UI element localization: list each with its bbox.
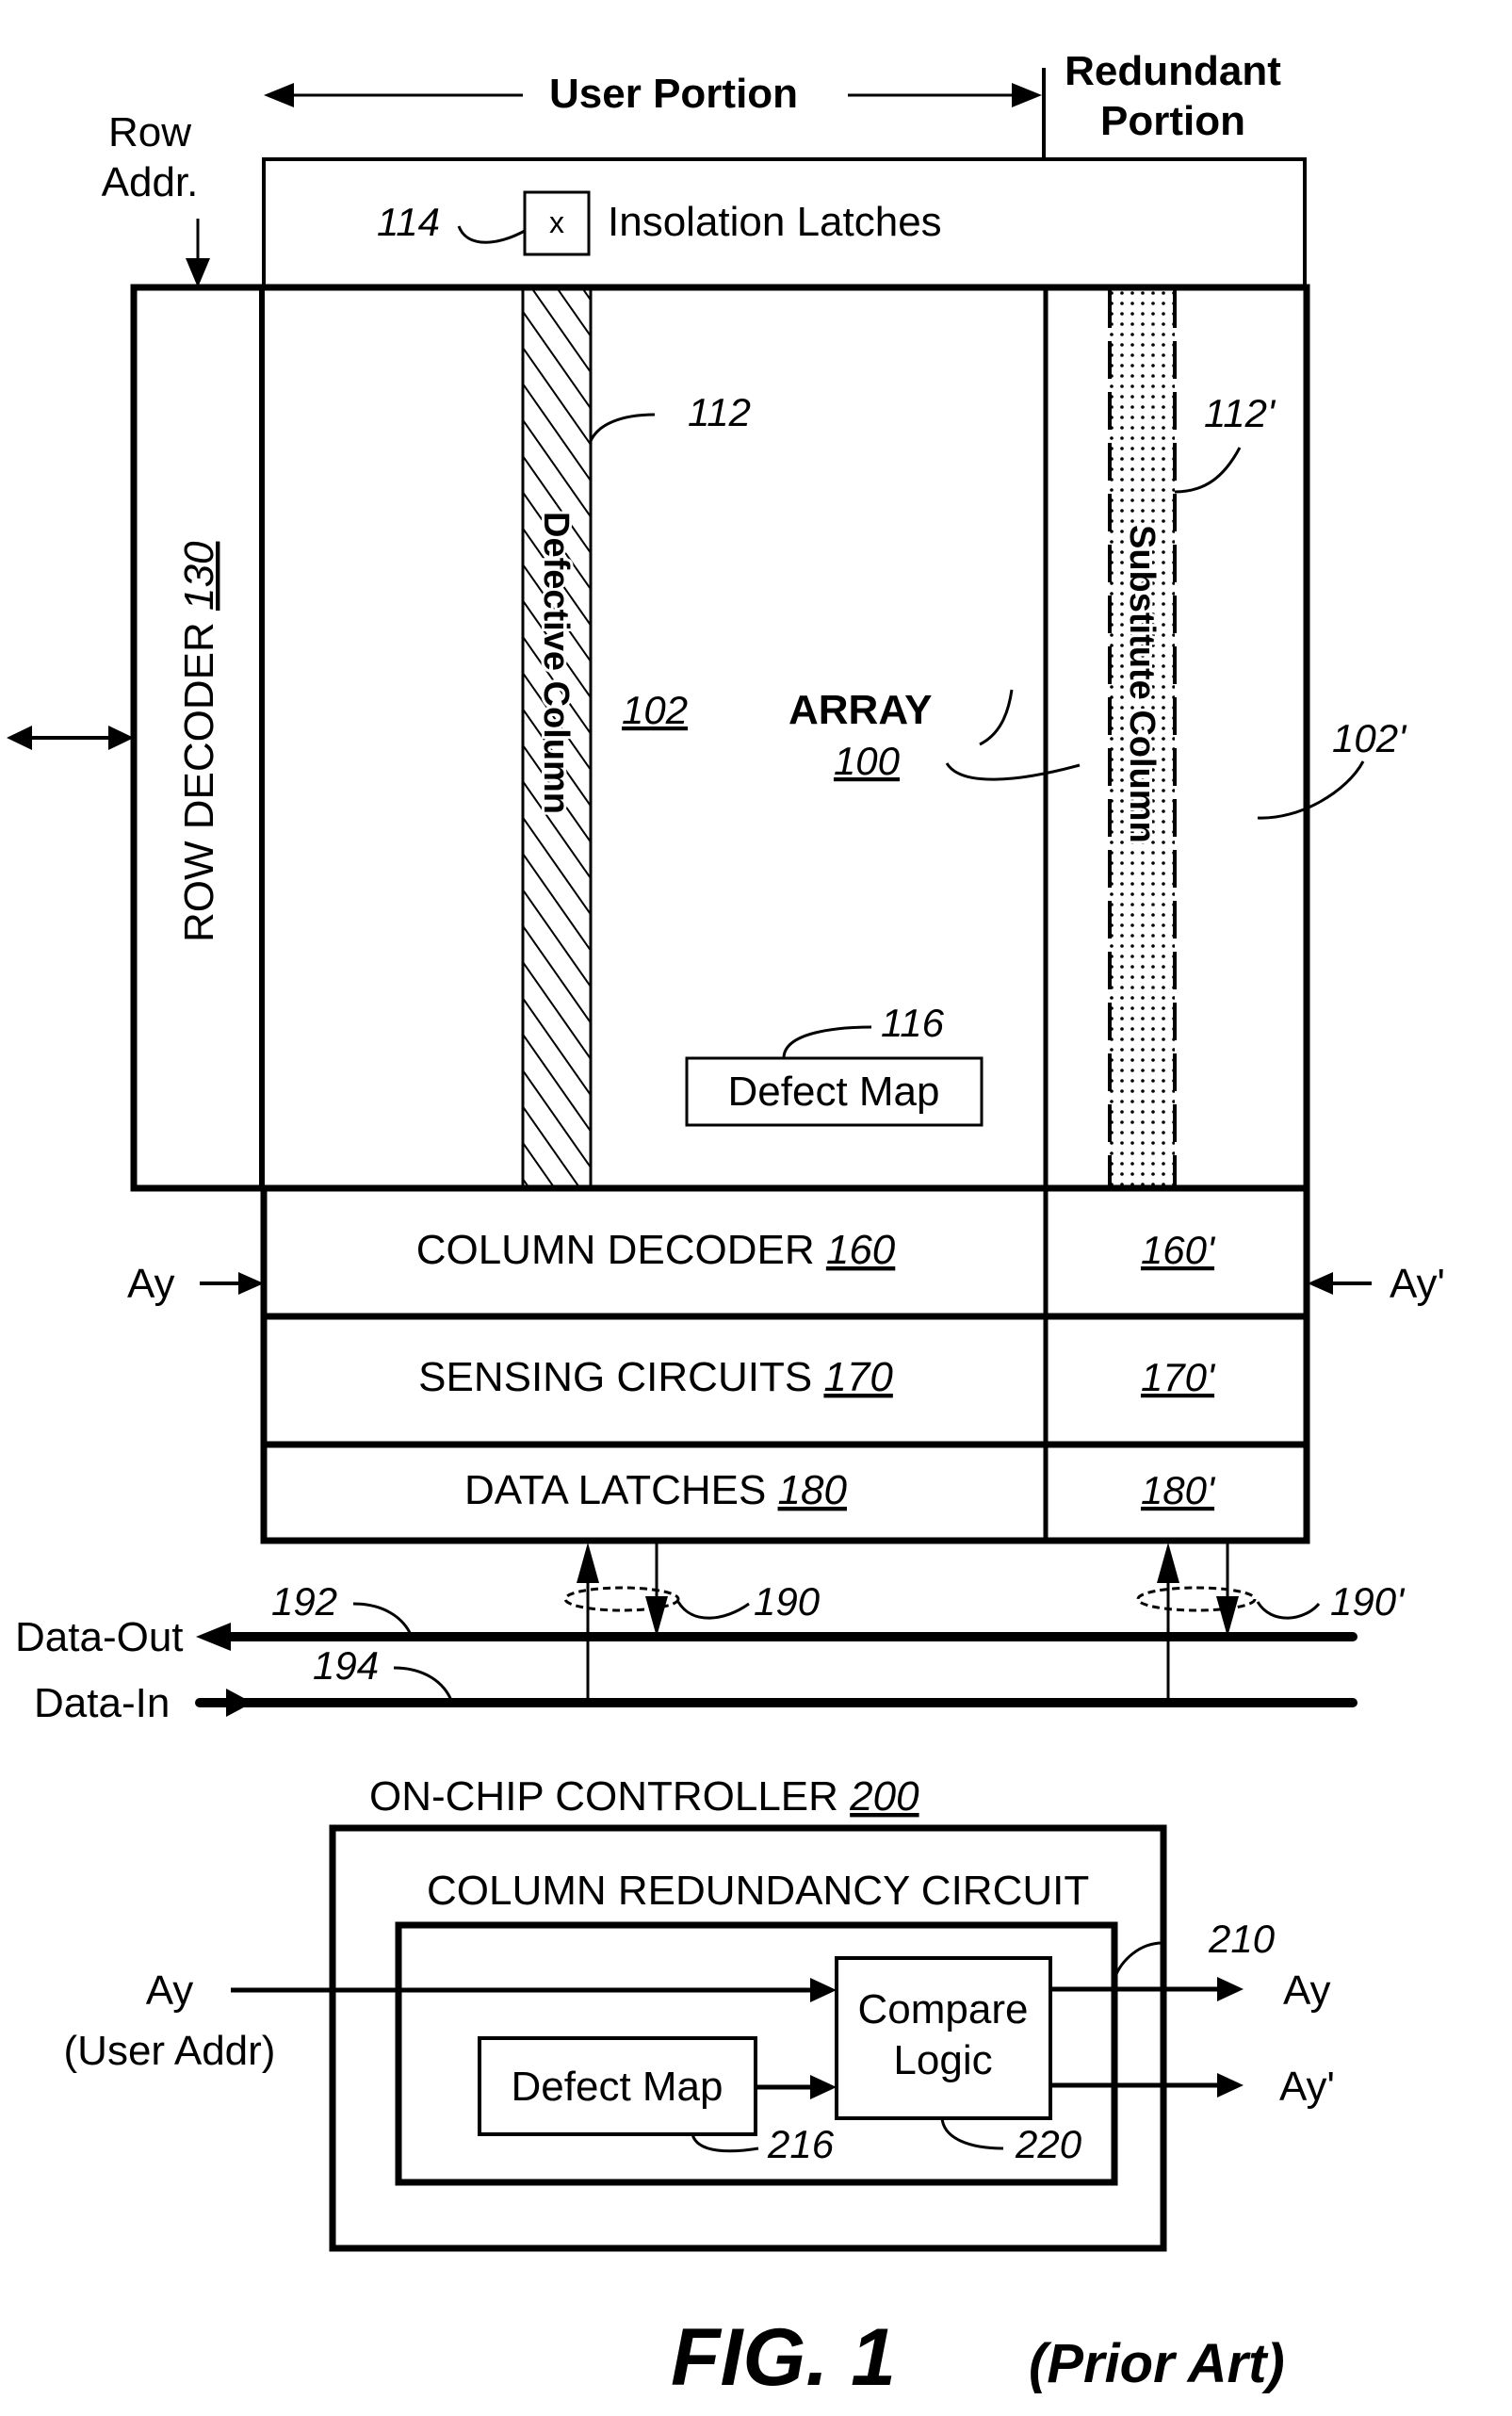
controller-ay-prime-output-label: Ay' [1279,2064,1335,2110]
ay-left-label: Ay [127,1261,175,1307]
user-portion-dimension: User Portion [264,71,1042,117]
redundant-portion-label-1: Redundant [1065,48,1281,94]
redundant-block-ref: 102' [1332,716,1407,760]
substitute-column-label: Substitute Column [1122,525,1162,843]
arrow-right-icon [1012,83,1042,107]
compare-logic-label-1: Compare [858,1986,1029,2032]
controller-defect-map-label: Defect Map [512,2064,723,2110]
user-portion-label: User Portion [549,71,798,117]
defective-column-ref: 112 [688,390,751,434]
row-decoder-ref: 130 [176,541,222,611]
ay-right-label: Ay' [1390,1261,1445,1307]
latch-symbol: x [549,205,564,239]
array-label: ARRAY [789,687,932,733]
row-decoder-text: ROW DECODER [176,611,222,942]
arrow-right-icon [1217,2073,1244,2098]
arrow-right-icon [226,1689,252,1717]
bus-ref: 190 [754,1579,821,1624]
arrow-left-icon [7,726,32,750]
sensing-circuits-ref: 170 [823,1354,893,1400]
sensing-circuits-text: SENSING CIRCUITS [418,1354,823,1400]
arrow-down-icon [645,1596,668,1637]
isolation-latches-label: Insolation Latches [608,199,942,245]
user-block-ref: 102 [622,688,688,732]
row-addr-label-1: Row [108,109,191,155]
arrow-down-icon [1216,1596,1239,1637]
array-defect-map-ref: 116 [881,1001,945,1045]
arrow-right-icon [1217,1977,1244,2001]
column-decoder-text: COLUMN DECODER [416,1227,826,1273]
figure-subtitle: (Prior Art) [1029,2333,1285,2394]
compare-logic-ref: 220 [1015,2122,1082,2166]
controller-ref: 200 [849,1773,919,1820]
compare-logic-label-2: Logic [893,2037,992,2083]
data-in-ref: 194 [313,1643,379,1688]
data-out-leader [352,1602,414,1638]
arrow-left-icon [196,1623,231,1651]
bus-leader [676,1601,750,1620]
controller-title-text: ON-CHIP CONTROLLER [369,1773,850,1820]
isolation-latches-ref: 114 [377,200,440,244]
row-decoder: ROW DECODER 130 [176,541,222,942]
sensing-circuits-label: SENSING CIRCUITS 170 [418,1354,893,1400]
data-in-label: Data-In [34,1680,170,1726]
controller-ay-output-label: Ay [1283,1967,1331,2014]
data-latches-label: DATA LATCHES 180 [464,1467,847,1513]
column-decoder-ref: 160 [826,1227,896,1273]
figure-title: FIG. 1 [671,2312,896,2403]
data-out-label: Data-Out [15,1614,184,1660]
sensing-circuits-redundant-ref: 170' [1141,1355,1216,1399]
arrow-left-icon [264,83,294,107]
data-latches-ref: 180 [778,1467,848,1513]
arrow-left-icon [1308,1272,1333,1295]
data-latches-text: DATA LATCHES [464,1467,778,1513]
defective-column-label: Defective Column [536,512,576,814]
data-latches-redundant-ref: 180' [1141,1468,1216,1512]
redundant-bus-leader [1256,1601,1321,1620]
redundant-portion-label-2: Portion [1100,98,1245,144]
arrow-right-icon [108,726,134,750]
arrow-down-icon [186,258,210,287]
row-addr-label-2: Addr. [102,159,199,205]
redundant-bus-ref: 190' [1330,1579,1406,1624]
redundancy-circuit-ref: 210 [1208,1917,1276,1961]
arrow-right-icon [238,1272,264,1295]
controller-ay-input-label: Ay [146,1967,194,2014]
row-decoder-label: ROW DECODER 130 [176,541,222,942]
data-in-leader [393,1666,454,1704]
array-defect-map-label: Defect Map [728,1069,940,1115]
column-decoder-label: COLUMN DECODER 160 [416,1227,896,1273]
arrow-up-icon [1157,1543,1179,1583]
column-decoder-redundant-ref: 160' [1141,1228,1216,1272]
patent-figure: User Portion Redundant Portion Row Addr.… [7,48,1445,2403]
arrow-up-icon [577,1543,599,1583]
data-out-ref: 192 [271,1579,337,1624]
substitute-column-ref: 112' [1204,391,1276,435]
array-ref: 100 [834,739,901,783]
controller-title: ON-CHIP CONTROLLER 200 [369,1773,919,1820]
redundancy-circuit-title: COLUMN REDUNDANCY CIRCUIT [427,1868,1089,1914]
controller-ay-input-sublabel: (User Addr) [64,2028,276,2074]
controller-defect-map-ref: 216 [767,2122,835,2166]
